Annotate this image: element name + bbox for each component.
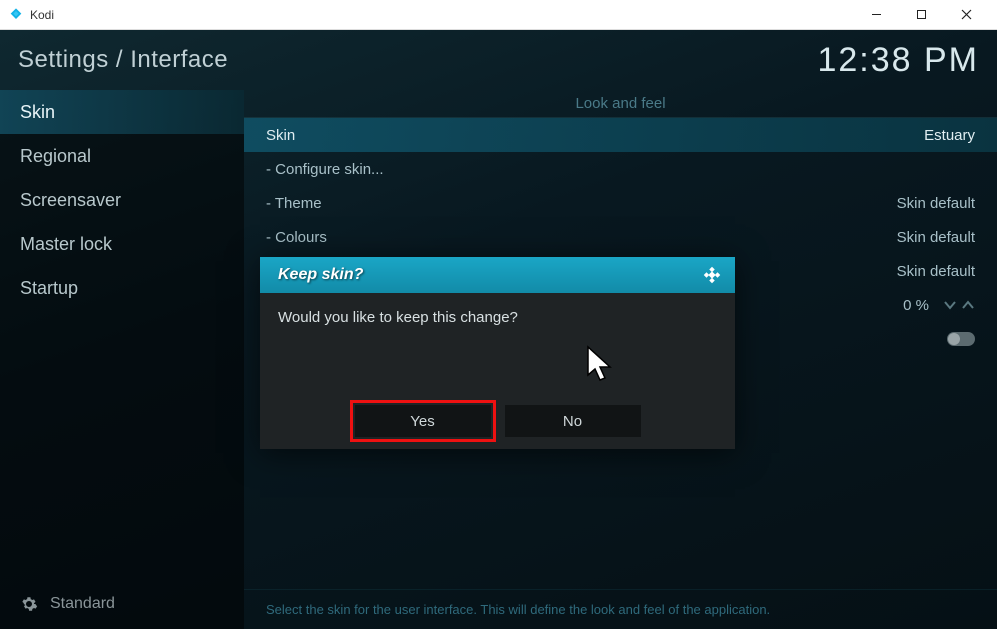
setting-value: 0 % bbox=[903, 297, 929, 314]
kodi-logo-icon bbox=[701, 264, 723, 286]
dialog-title: Keep skin? bbox=[278, 266, 363, 284]
window-title: Kodi bbox=[30, 8, 854, 22]
setting-row-configure-skin[interactable]: - Configure skin... bbox=[244, 152, 997, 186]
window-controls bbox=[854, 1, 989, 29]
toggle-rss[interactable] bbox=[947, 332, 975, 346]
setting-value: Skin default bbox=[897, 263, 975, 280]
breadcrumb: Settings / Interface bbox=[18, 46, 228, 74]
dialog-message: Would you like to keep this change? bbox=[260, 293, 735, 342]
chevron-down-icon[interactable] bbox=[943, 300, 957, 310]
sidebar-item-startup[interactable]: Startup bbox=[0, 266, 244, 310]
clock: 12:38 PM bbox=[817, 41, 979, 80]
sidebar-item-skin[interactable]: Skin bbox=[0, 90, 244, 134]
close-button[interactable] bbox=[944, 1, 989, 29]
no-button[interactable]: No bbox=[505, 405, 641, 437]
settings-level[interactable]: Standard bbox=[0, 579, 244, 629]
section-title: Look and feel bbox=[244, 90, 997, 118]
setting-row-theme[interactable]: - Theme Skin default bbox=[244, 186, 997, 220]
yes-button[interactable]: Yes bbox=[355, 405, 491, 437]
app-header: Settings / Interface 12:38 PM bbox=[0, 30, 997, 90]
setting-label: - Theme bbox=[266, 195, 322, 212]
setting-value: Skin default bbox=[897, 229, 975, 246]
setting-row-skin[interactable]: Skin Estuary bbox=[244, 118, 997, 152]
setting-value: Skin default bbox=[897, 195, 975, 212]
kodi-app-icon bbox=[8, 7, 24, 23]
setting-label: - Colours bbox=[266, 229, 327, 246]
chevron-up-icon[interactable] bbox=[961, 300, 975, 310]
sidebar: Skin Regional Screensaver Master lock St… bbox=[0, 90, 244, 629]
dialog-header: Keep skin? bbox=[260, 257, 735, 293]
setting-row-colours[interactable]: - Colours Skin default bbox=[244, 220, 997, 254]
sidebar-item-master-lock[interactable]: Master lock bbox=[0, 222, 244, 266]
setting-value: Estuary bbox=[924, 127, 975, 144]
sidebar-item-screensaver[interactable]: Screensaver bbox=[0, 178, 244, 222]
minimize-button[interactable] bbox=[854, 1, 899, 29]
settings-level-label: Standard bbox=[50, 595, 115, 613]
sidebar-item-regional[interactable]: Regional bbox=[0, 134, 244, 178]
dialog-buttons: Yes No bbox=[260, 405, 735, 437]
setting-zoom-controls[interactable]: 0 % bbox=[903, 297, 975, 314]
help-text: Select the skin for the user interface. … bbox=[244, 589, 997, 629]
sidebar-list: Skin Regional Screensaver Master lock St… bbox=[0, 90, 244, 579]
maximize-button[interactable] bbox=[899, 1, 944, 29]
gear-icon bbox=[20, 595, 38, 613]
dialog-keep-skin: Keep skin? Would you like to keep this c… bbox=[260, 257, 735, 449]
setting-label: Skin bbox=[266, 127, 295, 144]
app-content: Settings / Interface 12:38 PM Skin Regio… bbox=[0, 30, 997, 629]
setting-label: - Configure skin... bbox=[266, 161, 384, 178]
window-titlebar: Kodi bbox=[0, 0, 997, 30]
